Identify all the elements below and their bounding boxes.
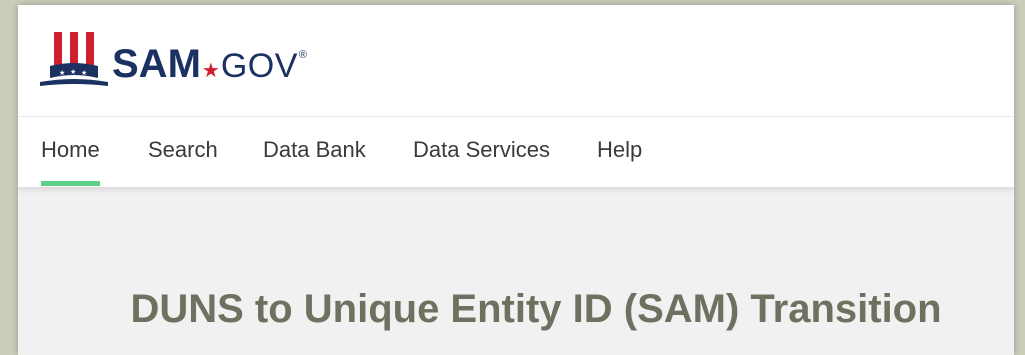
logo-star-dot: ★: [201, 60, 220, 82]
nav-item-search[interactable]: Search: [148, 137, 218, 187]
registered-mark: ®: [298, 49, 308, 61]
nav-item-home[interactable]: Home: [41, 137, 100, 187]
sam-gov-logo[interactable]: ★ ★ ★ SAM ★ GOV ®: [40, 28, 307, 88]
logo-wordmark: SAM ★ GOV ®: [112, 44, 307, 84]
main-nav: Home Search Data Bank Data Services Help: [18, 116, 1014, 187]
nav-item-data-bank[interactable]: Data Bank: [263, 137, 366, 187]
browser-page: ★ ★ ★ SAM ★ GOV ® Home Search Data Bank …: [18, 5, 1014, 355]
svg-text:★: ★: [70, 68, 76, 76]
svg-text:★: ★: [81, 69, 87, 77]
logo-brand-text: SAM: [112, 42, 201, 86]
page-title: DUNS to Unique Entity ID (SAM) Transitio…: [130, 287, 942, 331]
site-header: ★ ★ ★ SAM ★ GOV ®: [18, 5, 1014, 116]
logo-suffix-text: GOV: [220, 47, 298, 85]
uncle-sam-hat-icon: ★ ★ ★: [40, 32, 108, 86]
svg-text:★: ★: [59, 69, 65, 77]
nav-item-help[interactable]: Help: [597, 137, 642, 187]
nav-item-data-services[interactable]: Data Services: [413, 137, 550, 187]
